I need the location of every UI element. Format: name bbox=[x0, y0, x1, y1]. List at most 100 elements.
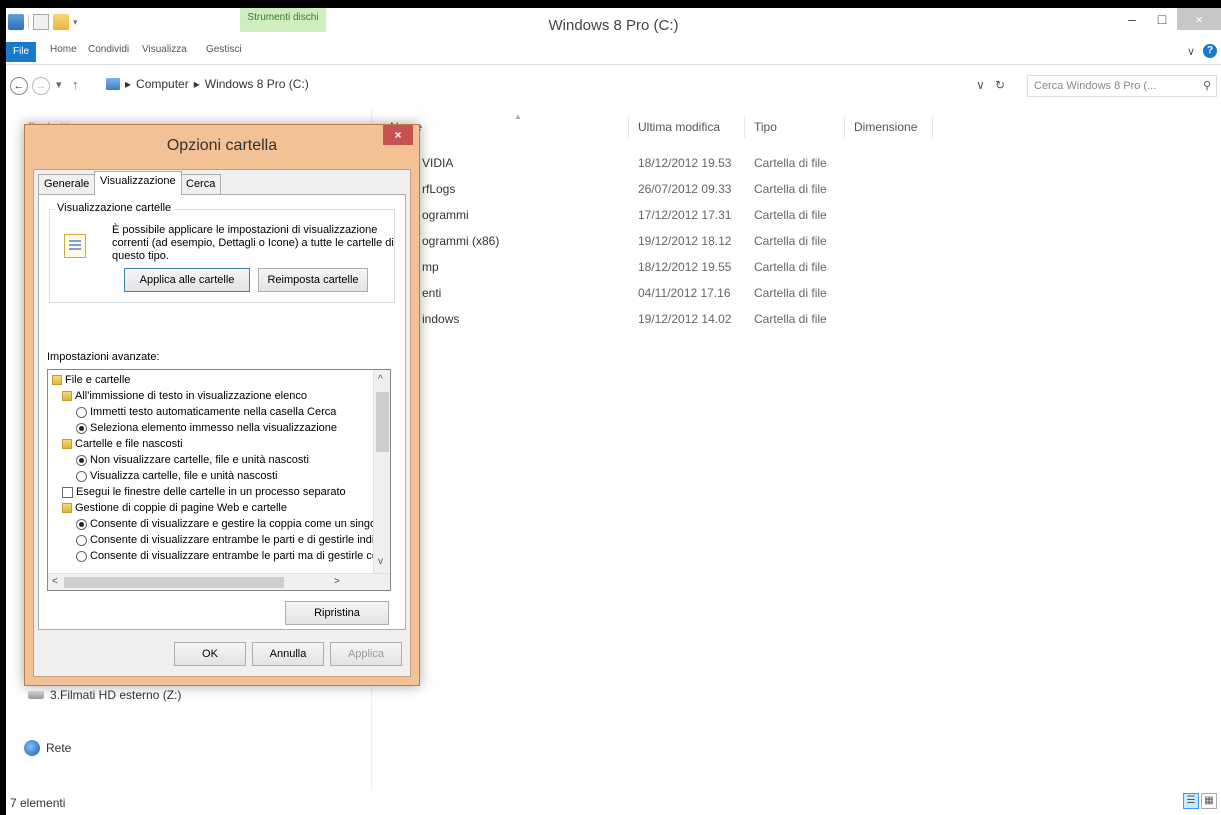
radio-checked-icon[interactable] bbox=[76, 422, 87, 434]
file-name: ogrammi bbox=[422, 208, 469, 222]
search-input[interactable]: Cerca Windows 8 Pro (... ⚲ bbox=[1027, 75, 1217, 97]
tab-manage[interactable]: Gestisci bbox=[206, 44, 242, 55]
tab-view-active[interactable]: Visualizzazione bbox=[94, 171, 182, 195]
file-name: rfLogs bbox=[422, 182, 456, 196]
tree-label: Visualizza cartelle, file e unità nascos… bbox=[90, 470, 278, 482]
breadcrumb-drive[interactable]: Windows 8 Pro (C:) bbox=[205, 77, 309, 91]
file-row[interactable]: indows 19/12/2012 14.02 Cartella di file bbox=[372, 308, 1212, 330]
tab-file[interactable]: File bbox=[6, 42, 36, 62]
scroll-down-icon[interactable]: v bbox=[378, 556, 383, 567]
breadcrumb-separator-icon[interactable]: ▸ bbox=[194, 77, 200, 91]
nav-item-drive-z[interactable]: 3.Filmati HD esterno (Z:) bbox=[28, 688, 181, 702]
checkbox-icon[interactable] bbox=[62, 486, 73, 498]
cancel-button[interactable]: Annulla bbox=[252, 642, 324, 666]
tree-option-radio[interactable]: Consente di visualizzare entrambe le par… bbox=[76, 532, 382, 548]
tree-option-radio[interactable]: Non visualizzare cartelle, file e unità … bbox=[76, 452, 309, 468]
breadcrumb-separator-icon[interactable]: ▸ bbox=[125, 77, 131, 91]
vertical-scrollbar[interactable]: ^ v bbox=[373, 370, 390, 574]
column-divider[interactable] bbox=[628, 116, 629, 138]
advanced-settings-tree[interactable]: File e cartelle All'immissione di testo … bbox=[47, 369, 391, 591]
file-type: Cartella di file bbox=[754, 208, 827, 222]
breadcrumb-computer[interactable]: Computer bbox=[136, 77, 189, 91]
reset-folders-button[interactable]: Reimposta cartelle bbox=[258, 268, 368, 292]
apply-button[interactable]: Applica bbox=[330, 642, 402, 666]
address-dropdown-icon[interactable]: ∨ bbox=[976, 78, 985, 92]
radio-icon[interactable] bbox=[76, 406, 87, 418]
tree-option-radio[interactable]: Immetti testo automaticamente nella case… bbox=[76, 404, 336, 420]
expand-ribbon-icon[interactable]: ∨ bbox=[1187, 45, 1195, 58]
tab-home[interactable]: Home bbox=[50, 44, 77, 55]
tab-view[interactable]: Visualizza bbox=[142, 44, 187, 55]
tab-general[interactable]: Generale bbox=[38, 174, 96, 194]
tree-option-radio[interactable]: Visualizza cartelle, file e unità nascos… bbox=[76, 468, 278, 484]
refresh-icon[interactable]: ↻ bbox=[995, 78, 1005, 92]
tab-search[interactable]: Cerca bbox=[180, 174, 222, 194]
file-row[interactable]: enti 04/11/2012 17.16 Cartella di file bbox=[372, 282, 1212, 304]
tree-label: Consente di visualizzare entrambe le par… bbox=[90, 550, 382, 562]
tree-option-radio[interactable]: Consente di visualizzare entrambe le par… bbox=[76, 548, 382, 564]
window-controls: – □ × bbox=[1117, 8, 1221, 30]
ribbon-tabs: File Home Condividi Visualizza Gestisci … bbox=[6, 40, 1221, 65]
dialog-close-button[interactable]: × bbox=[383, 125, 413, 145]
radio-icon[interactable] bbox=[76, 470, 87, 482]
file-row[interactable]: rfLogs 26/07/2012 09.33 Cartella di file bbox=[372, 178, 1212, 200]
dialog-title: Opzioni cartella bbox=[166, 137, 278, 154]
horizontal-scrollbar[interactable]: < > bbox=[48, 573, 390, 590]
search-placeholder: Cerca Windows 8 Pro (... bbox=[1034, 80, 1157, 92]
up-button[interactable]: ↑ bbox=[72, 77, 79, 92]
details-view-button[interactable]: ☰ bbox=[1183, 793, 1199, 809]
scroll-left-icon[interactable]: < bbox=[52, 576, 58, 587]
scroll-right-icon[interactable]: > bbox=[334, 576, 340, 587]
computer-icon bbox=[106, 78, 120, 90]
column-header-date[interactable]: Ultima modifica bbox=[638, 120, 720, 134]
file-name: indows bbox=[422, 312, 460, 326]
breadcrumb[interactable]: ▸ Computer ▸ Windows 8 Pro (C:) bbox=[106, 77, 309, 91]
file-row[interactable]: VIDIA 18/12/2012 19.53 Cartella di file bbox=[372, 152, 1212, 174]
network-icon bbox=[24, 740, 40, 756]
help-icon[interactable]: ? bbox=[1203, 44, 1217, 58]
close-button[interactable]: × bbox=[1177, 8, 1221, 30]
tree-option-radio[interactable]: Seleziona elemento immesso nella visuali… bbox=[76, 420, 337, 436]
folder-icon bbox=[52, 375, 62, 385]
file-name: ogrammi (x86) bbox=[422, 234, 500, 248]
ok-button[interactable]: OK bbox=[174, 642, 246, 666]
column-divider[interactable] bbox=[744, 116, 745, 138]
radio-icon[interactable] bbox=[76, 550, 87, 562]
large-icons-view-button[interactable]: ▦ bbox=[1201, 793, 1217, 809]
scroll-up-icon[interactable]: ^ bbox=[378, 374, 383, 385]
search-icon[interactable]: ⚲ bbox=[1203, 79, 1211, 92]
scroll-thumb[interactable] bbox=[376, 392, 389, 452]
file-row[interactable]: ogrammi 17/12/2012 17.31 Cartella di file bbox=[372, 204, 1212, 226]
address-row: ← → ▾ ↑ ▸ Computer ▸ Windows 8 Pro (C:) … bbox=[6, 74, 1221, 100]
radio-icon[interactable] bbox=[76, 534, 87, 546]
column-header-size[interactable]: Dimensione bbox=[854, 120, 917, 134]
file-name: VIDIA bbox=[422, 156, 454, 170]
file-date: 18/12/2012 19.55 bbox=[638, 260, 732, 274]
radio-checked-icon[interactable] bbox=[76, 518, 87, 530]
radio-checked-icon[interactable] bbox=[76, 454, 87, 466]
tree-label: Immetti testo automaticamente nella case… bbox=[90, 406, 337, 418]
tree-option-checkbox[interactable]: Esegui le finestre delle cartelle in un … bbox=[62, 484, 346, 500]
file-row[interactable]: mp 18/12/2012 19.55 Cartella di file bbox=[372, 256, 1212, 278]
column-header-type[interactable]: Tipo bbox=[754, 120, 777, 134]
file-type: Cartella di file bbox=[754, 312, 827, 326]
tree-option-radio[interactable]: Consente di visualizzare e gestire la co… bbox=[76, 516, 379, 532]
back-button[interactable]: ← bbox=[10, 77, 28, 95]
tab-share[interactable]: Condividi bbox=[88, 44, 129, 55]
nav-item-network[interactable]: Rete bbox=[24, 740, 71, 756]
column-divider[interactable] bbox=[844, 116, 845, 138]
drive-icon bbox=[28, 691, 44, 699]
sort-arrow-icon: ▲ bbox=[514, 112, 522, 121]
minimize-button[interactable]: – bbox=[1117, 8, 1147, 30]
tree-node-web-pairs: Gestione di coppie di pagine Web e carte… bbox=[62, 500, 287, 516]
maximize-button[interactable]: □ bbox=[1147, 8, 1177, 30]
recent-locations-icon[interactable]: ▾ bbox=[56, 78, 62, 91]
file-row[interactable]: ogrammi (x86) 19/12/2012 18.12 Cartella di… bbox=[372, 230, 1212, 252]
column-divider[interactable] bbox=[932, 116, 933, 138]
apply-to-folders-button[interactable]: Applica alle cartelle bbox=[124, 268, 250, 292]
forward-button[interactable]: → bbox=[32, 77, 50, 95]
scroll-thumb[interactable] bbox=[64, 577, 284, 588]
folder-icon bbox=[62, 391, 72, 401]
restore-defaults-button[interactable]: Ripristina bbox=[285, 601, 389, 625]
file-date: 26/07/2012 09.33 bbox=[638, 182, 732, 196]
